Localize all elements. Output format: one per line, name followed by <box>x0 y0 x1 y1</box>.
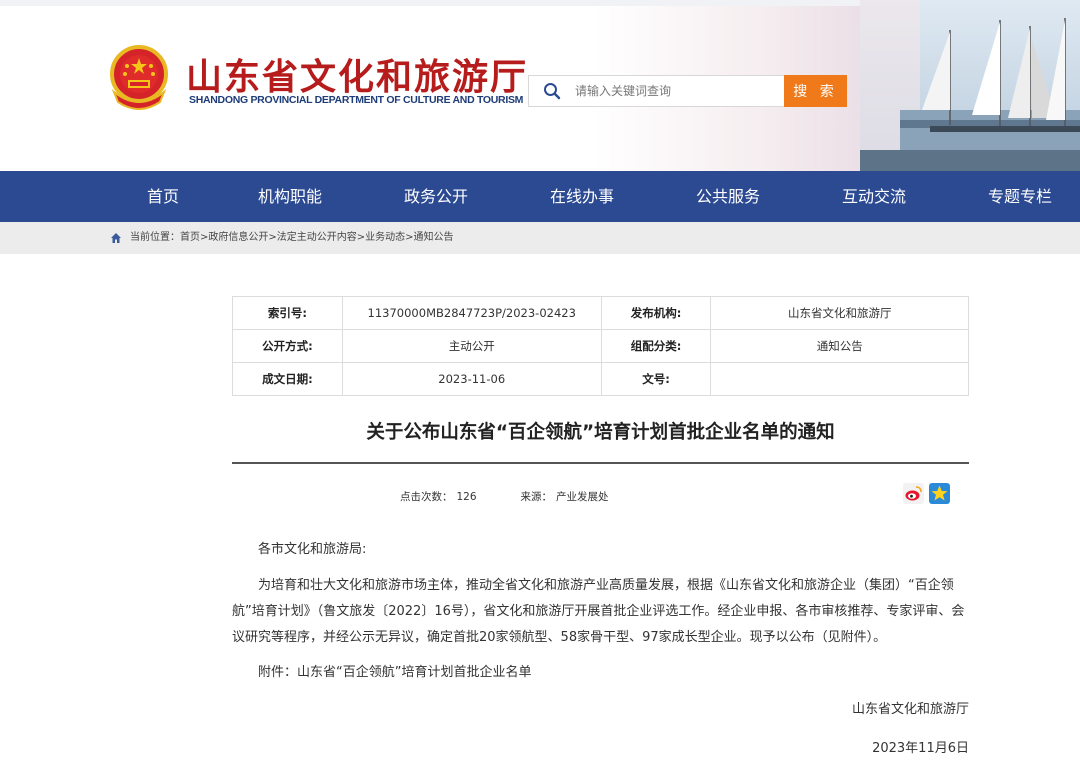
meta-key: 组配分类: <box>600 329 712 363</box>
source-label: 来源： <box>520 491 553 503</box>
search-button[interactable]: 搜 索 <box>784 75 847 107</box>
site-subtitle: SHANDONG PROVINCIAL DEPARTMENT OF CULTUR… <box>189 94 524 106</box>
search-box <box>528 75 784 107</box>
weibo-icon[interactable] <box>903 483 924 504</box>
meta-key: 发布机构: <box>600 296 712 330</box>
article-paragraph: 为培育和壮大文化和旅游市场主体，推动全省文化和旅游产业高质量发展，根据《山东省文… <box>232 578 965 645</box>
meta-key: 公开方式: <box>232 329 343 363</box>
signature: 山东省文化和旅游厅 <box>851 702 969 717</box>
document-meta-table: 索引号: 11370000MB2847723P/2023-02423 发布机构:… <box>232 296 969 396</box>
main-nav: 首页 机构职能 政务公开 在线办事 公共服务 互动交流 专题专栏 <box>0 171 1080 222</box>
nav-item-interaction[interactable]: 互动交流 <box>842 171 906 222</box>
nav-item-home[interactable]: 首页 <box>147 171 179 222</box>
breadcrumb-bar: 当前位置：首页>政府信息公开>法定主动公开内容>业务动态>通知公告 <box>0 222 1080 254</box>
title-divider <box>232 462 969 464</box>
site-title[interactable]: 山东省文化和旅游厅 <box>186 48 528 100</box>
meta-value: 山东省文化和旅游厅 <box>710 296 969 330</box>
nav-item-organization[interactable]: 机构职能 <box>258 171 322 222</box>
table-row: 成文日期: 2023-11-06 文号: <box>232 362 969 396</box>
search-input[interactable] <box>575 76 775 106</box>
national-emblem-icon <box>110 45 168 110</box>
search-icon <box>544 83 561 100</box>
table-row: 索引号: 11370000MB2847723P/2023-02423 发布机构:… <box>232 296 969 330</box>
meta-value: 11370000MB2847723P/2023-02423 <box>341 296 602 330</box>
nav-item-online-services[interactable]: 在线办事 <box>550 171 614 222</box>
clicks-count: 126 <box>456 491 477 503</box>
home-icon <box>111 233 121 243</box>
clicks-label: 点击次数： <box>400 491 453 503</box>
nav-item-government-affairs[interactable]: 政务公开 <box>404 171 468 222</box>
meta-value: 主动公开 <box>341 329 602 363</box>
article-title: 关于公布山东省“百企领航”培育计划首批企业名单的通知 <box>366 422 835 443</box>
document-date: 2023年11月6日 <box>872 741 969 756</box>
table-row: 公开方式: 主动公开 组配分类: 通知公告 <box>232 329 969 363</box>
meta-key: 索引号: <box>232 296 343 330</box>
breadcrumb[interactable]: 当前位置：首页>政府信息公开>法定主动公开内容>业务动态>通知公告 <box>130 222 454 254</box>
article-stats: 点击次数： 126 来源： 产业发展处 <box>400 489 613 504</box>
meta-value: 2023-11-06 <box>341 362 602 396</box>
meta-value <box>710 362 969 396</box>
site-header: 山东省文化和旅游厅 SHANDONG PROVINCIAL DEPARTMENT… <box>0 0 1080 171</box>
meta-key: 文号: <box>600 362 712 396</box>
nav-item-public-services[interactable]: 公共服务 <box>696 171 760 222</box>
meta-key: 成文日期: <box>232 362 343 396</box>
salutation: 各市文化和旅游局: <box>258 542 367 557</box>
attachment-link[interactable]: 附件：山东省“百企领航”培育计划首批企业名单 <box>232 660 969 686</box>
qzone-star-icon[interactable] <box>929 483 950 504</box>
source-value: 产业发展处 <box>556 491 609 503</box>
meta-value: 通知公告 <box>710 329 969 363</box>
banner-sailboats-image <box>860 0 1080 171</box>
nav-item-special-topics[interactable]: 专题专栏 <box>988 171 1052 222</box>
